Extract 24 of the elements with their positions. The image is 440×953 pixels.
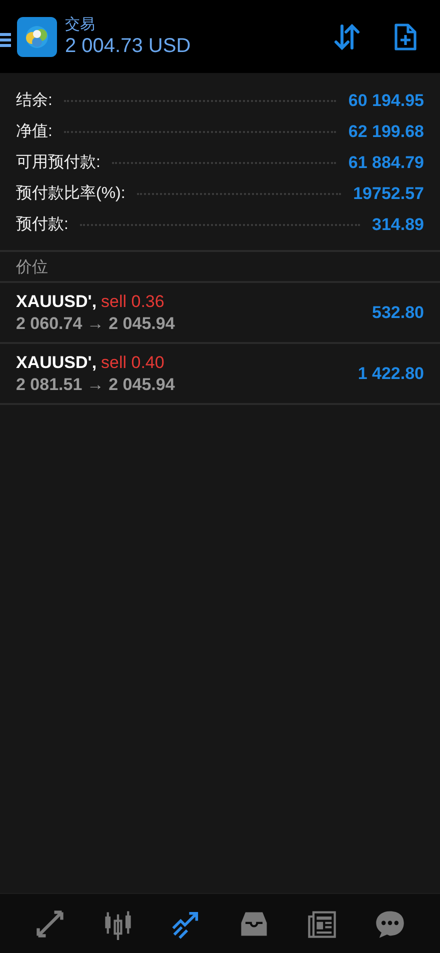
summary-label: 预付款比率(%): [16, 184, 126, 204]
position-order: sell 0.40 [101, 352, 164, 372]
summary-value: 61 884.79 [348, 152, 424, 174]
position-symbol: XAUUSD', [16, 352, 97, 372]
app-logo-icon [17, 16, 57, 56]
position-profit: 1 422.80 [358, 362, 424, 385]
position-prices: 2 060.74 → 2 045.94 [16, 312, 176, 334]
position-order: sell 0.36 [101, 292, 164, 311]
screen-title: 交易 [65, 16, 96, 34]
position-symbol: XAUUSD', [16, 292, 97, 311]
position-prices: 2 081.51 → 2 045.94 [16, 374, 176, 396]
account-balance: 2 004.73 USD [65, 34, 192, 58]
summary-label: 结余: [16, 90, 52, 110]
summary-label: 净值: [16, 122, 52, 142]
position-profit: 532.80 [372, 302, 424, 324]
position-row[interactable]: XAUUSD', sell 0.40 2 081.51 → 2 045.94 1 422.80 [0, 344, 440, 405]
summary-value: 62 199.68 [348, 120, 424, 143]
section-title: 价位 [16, 259, 48, 276]
summary-label: 可用预付款: [16, 152, 100, 172]
summary-label: 预付款: [16, 214, 68, 234]
summary-value: 314.89 [372, 214, 424, 236]
summary-value: 60 194.95 [348, 90, 424, 112]
position-row[interactable]: XAUUSD', sell 0.36 2 060.74 → 2 045.94 532.80 [0, 283, 440, 344]
summary-value: 19752.57 [353, 182, 424, 205]
